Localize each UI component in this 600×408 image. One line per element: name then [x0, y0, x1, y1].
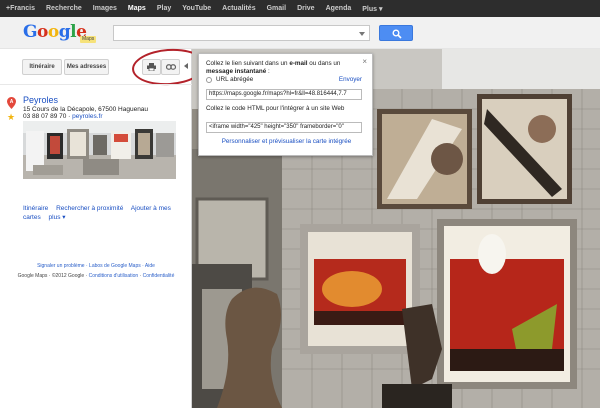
short-url-label: URL abrégée — [216, 76, 254, 83]
share-intro-text: Collez le lien suivant dans un — [206, 60, 290, 67]
itineraire-button[interactable]: Itinéraire — [22, 59, 62, 75]
topnav-youtube[interactable]: YouTube — [182, 5, 211, 12]
maps-badge: Maps — [80, 36, 97, 43]
customize-embed-link[interactable]: Personnaliser et prévisualiser la carte … — [199, 138, 374, 145]
svg-text:A: A — [10, 99, 14, 105]
topnav-play[interactable]: Play — [157, 5, 171, 12]
topnav-plus-francis[interactable]: +Francis — [6, 5, 35, 12]
logo-letter: o — [37, 22, 48, 42]
share-link-field[interactable]: https://maps.google.fr/maps?hl=fr&ll=48.… — [206, 89, 362, 100]
send-link[interactable]: Envoyer — [339, 76, 362, 83]
logo-letter: o — [47, 22, 59, 42]
privacy-link[interactable]: Confidentialité — [143, 273, 175, 279]
embed-code-field[interactable]: <iframe width="425" height="350" framebo… — [206, 122, 362, 133]
email-keyword: e-mail — [289, 60, 308, 67]
close-icon[interactable]: × — [362, 57, 367, 66]
top-navigation-bar: +Francis Recherche Images Maps Play YouT… — [0, 0, 600, 17]
place-contact: 03 88 07 89 70 · peyroles.fr — [23, 113, 103, 120]
share-instructions: Collez le lien suivant dans un e-mail ou… — [206, 60, 361, 75]
report-problem-link[interactable]: Signaler un problème — [37, 263, 85, 269]
footer-links: Signaler un problème · Labos de Google M… — [0, 263, 192, 269]
place-name[interactable]: Peyroles — [23, 95, 58, 105]
place-phone: 03 88 07 89 70 — [23, 113, 67, 120]
share-link-popup: × Collez le lien suivant dans un e-mail … — [198, 53, 373, 156]
google-maps-logo[interactable]: Google — [23, 22, 87, 42]
search-input[interactable] — [113, 25, 370, 41]
topnav-plus-menu[interactable]: Plus ▾ — [362, 5, 382, 13]
divider — [0, 84, 192, 85]
logo-letter: G — [23, 22, 38, 42]
more-actions-link[interactable]: plus ▾ — [49, 214, 66, 221]
share-intro-text: ou dans un — [307, 60, 341, 67]
im-keyword: message instantané — [206, 67, 267, 75]
place-website-link[interactable]: peyroles.fr — [72, 113, 102, 120]
header: Google Maps — [0, 17, 600, 49]
place-actions: Itinéraire Rechercher à proximité Ajoute… — [23, 204, 183, 222]
left-panel: Itinéraire Mes adresses A ★ Peyroles 15 … — [0, 46, 208, 408]
topnav-recherche[interactable]: Recherche — [46, 5, 82, 12]
topnav-agenda[interactable]: Agenda — [326, 5, 352, 12]
place-address: 15 Cours de la Décapole, 67500 Haguenau — [23, 106, 149, 113]
search-button[interactable] — [379, 25, 413, 41]
footer-legal: Google Maps · ©2012 Google · Conditions … — [0, 273, 192, 279]
search-nearby-link[interactable]: Rechercher à proximité — [56, 205, 123, 212]
share-intro-text: : — [266, 67, 270, 75]
maps-labs-link[interactable]: Labos de Google Maps — [89, 263, 141, 269]
google-maps-window: +Francis Recherche Images Maps Play YouT… — [0, 0, 600, 408]
copyright-text: Google Maps · ©2012 Google · — [17, 273, 89, 279]
topnav-maps[interactable]: Maps — [128, 5, 146, 12]
search-icon — [392, 29, 402, 39]
store-interior-photo — [23, 121, 176, 179]
itineraire-link[interactable]: Itinéraire — [23, 205, 48, 212]
topnav-actualites[interactable]: Actualités — [222, 5, 255, 12]
logo-letter: g — [58, 22, 71, 42]
topnav-gmail[interactable]: Gmail — [267, 5, 286, 12]
short-url-option: URL abrégée Envoyer — [206, 76, 366, 85]
terms-link[interactable]: Conditions d'utilisation — [89, 273, 139, 279]
topnav-drive[interactable]: Drive — [297, 5, 315, 12]
star-icon[interactable]: ★ — [7, 113, 15, 122]
embed-instructions: Collez le code HTML pour l'intégrer à un… — [206, 105, 345, 112]
help-link[interactable]: Aide — [145, 263, 155, 269]
map-marker-icon: A — [7, 97, 16, 109]
topnav-images[interactable]: Images — [93, 5, 117, 12]
mes-adresses-button[interactable]: Mes adresses — [64, 59, 109, 75]
place-photo-thumbnail[interactable] — [23, 121, 176, 179]
search-dropdown-arrow-icon[interactable] — [359, 32, 365, 36]
short-url-checkbox[interactable] — [206, 77, 212, 83]
